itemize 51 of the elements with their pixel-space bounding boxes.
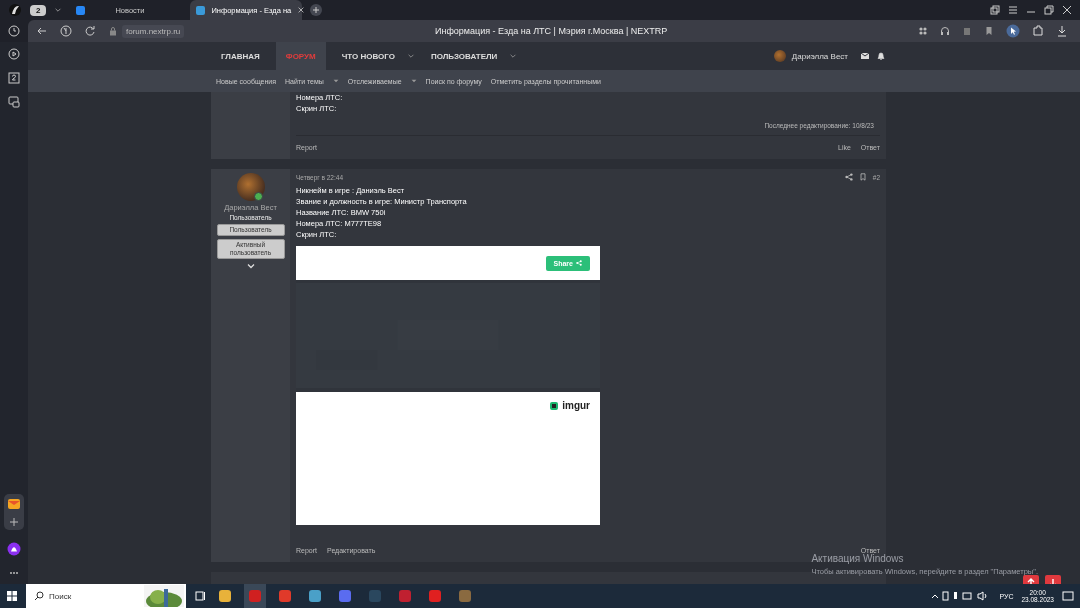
apps-icon[interactable] <box>918 26 928 36</box>
share-icon[interactable] <box>844 173 853 181</box>
imgur-logo-icon <box>549 400 560 411</box>
task-view-icon[interactable] <box>194 590 206 602</box>
bookmark-icon[interactable] <box>984 26 994 36</box>
nav-tab[interactable]: ЧТО НОВОГО <box>331 42 405 70</box>
page-title: Информация - Езда на ЛТС | Мэрия г.Москва | NEXTRP <box>433 26 669 36</box>
close-tab-icon[interactable] <box>297 6 306 14</box>
mail-icon[interactable] <box>860 51 870 61</box>
mail-icon[interactable] <box>7 497 21 511</box>
new-tab-icon[interactable] <box>310 4 323 16</box>
search-icon <box>34 591 44 601</box>
url-field[interactable]: forum.nextrp.ru <box>122 24 185 38</box>
caret-icon[interactable] <box>406 52 415 60</box>
search-field[interactable]: Поиск <box>26 584 186 608</box>
avatar[interactable] <box>773 50 786 62</box>
back-icon[interactable] <box>36 25 48 37</box>
lock-icon <box>108 26 118 36</box>
bookmark-icon[interactable] <box>858 173 867 181</box>
nav-tab[interactable]: ПОЛЬЗОВАТЕЛИ <box>420 42 508 70</box>
yandex-icon[interactable] <box>60 25 72 37</box>
brand-name: imgur <box>562 400 590 411</box>
windows-start-icon[interactable] <box>6 590 18 602</box>
camera-icon[interactable] <box>8 96 20 108</box>
user-link[interactable]: Дариэлла Вест <box>791 51 848 61</box>
reload-icon[interactable] <box>84 25 96 37</box>
bell-icon[interactable] <box>876 51 886 61</box>
assistant-icon[interactable] <box>7 542 21 556</box>
activation-title: Активация Windows <box>811 553 905 564</box>
share-icon <box>576 260 582 266</box>
tab-count-button[interactable]: 2 <box>30 4 47 16</box>
browser-logo-icon[interactable] <box>8 3 22 17</box>
restore-icon[interactable] <box>1044 5 1054 15</box>
close-icon[interactable] <box>1062 5 1072 15</box>
download-icon[interactable] <box>1056 25 1068 37</box>
tabs-icon[interactable] <box>990 5 1000 15</box>
play-icon[interactable] <box>8 48 20 60</box>
caret-icon[interactable] <box>509 52 518 60</box>
square-number-icon[interactable] <box>8 72 20 84</box>
expand-icon[interactable] <box>245 261 256 271</box>
history-icon[interactable] <box>8 25 20 37</box>
caret-icon[interactable] <box>332 78 339 84</box>
headphones-icon[interactable] <box>940 26 950 36</box>
caret-icon[interactable] <box>54 6 63 14</box>
cursor-icon[interactable] <box>1006 24 1020 38</box>
caret-icon[interactable] <box>410 78 417 84</box>
nav-tab[interactable]: ГЛАВНАЯ <box>211 42 270 70</box>
menu-icon[interactable] <box>1008 5 1018 15</box>
add-icon[interactable] <box>9 517 19 527</box>
avatar[interactable] <box>236 173 265 201</box>
notifications-icon[interactable] <box>1062 590 1074 602</box>
